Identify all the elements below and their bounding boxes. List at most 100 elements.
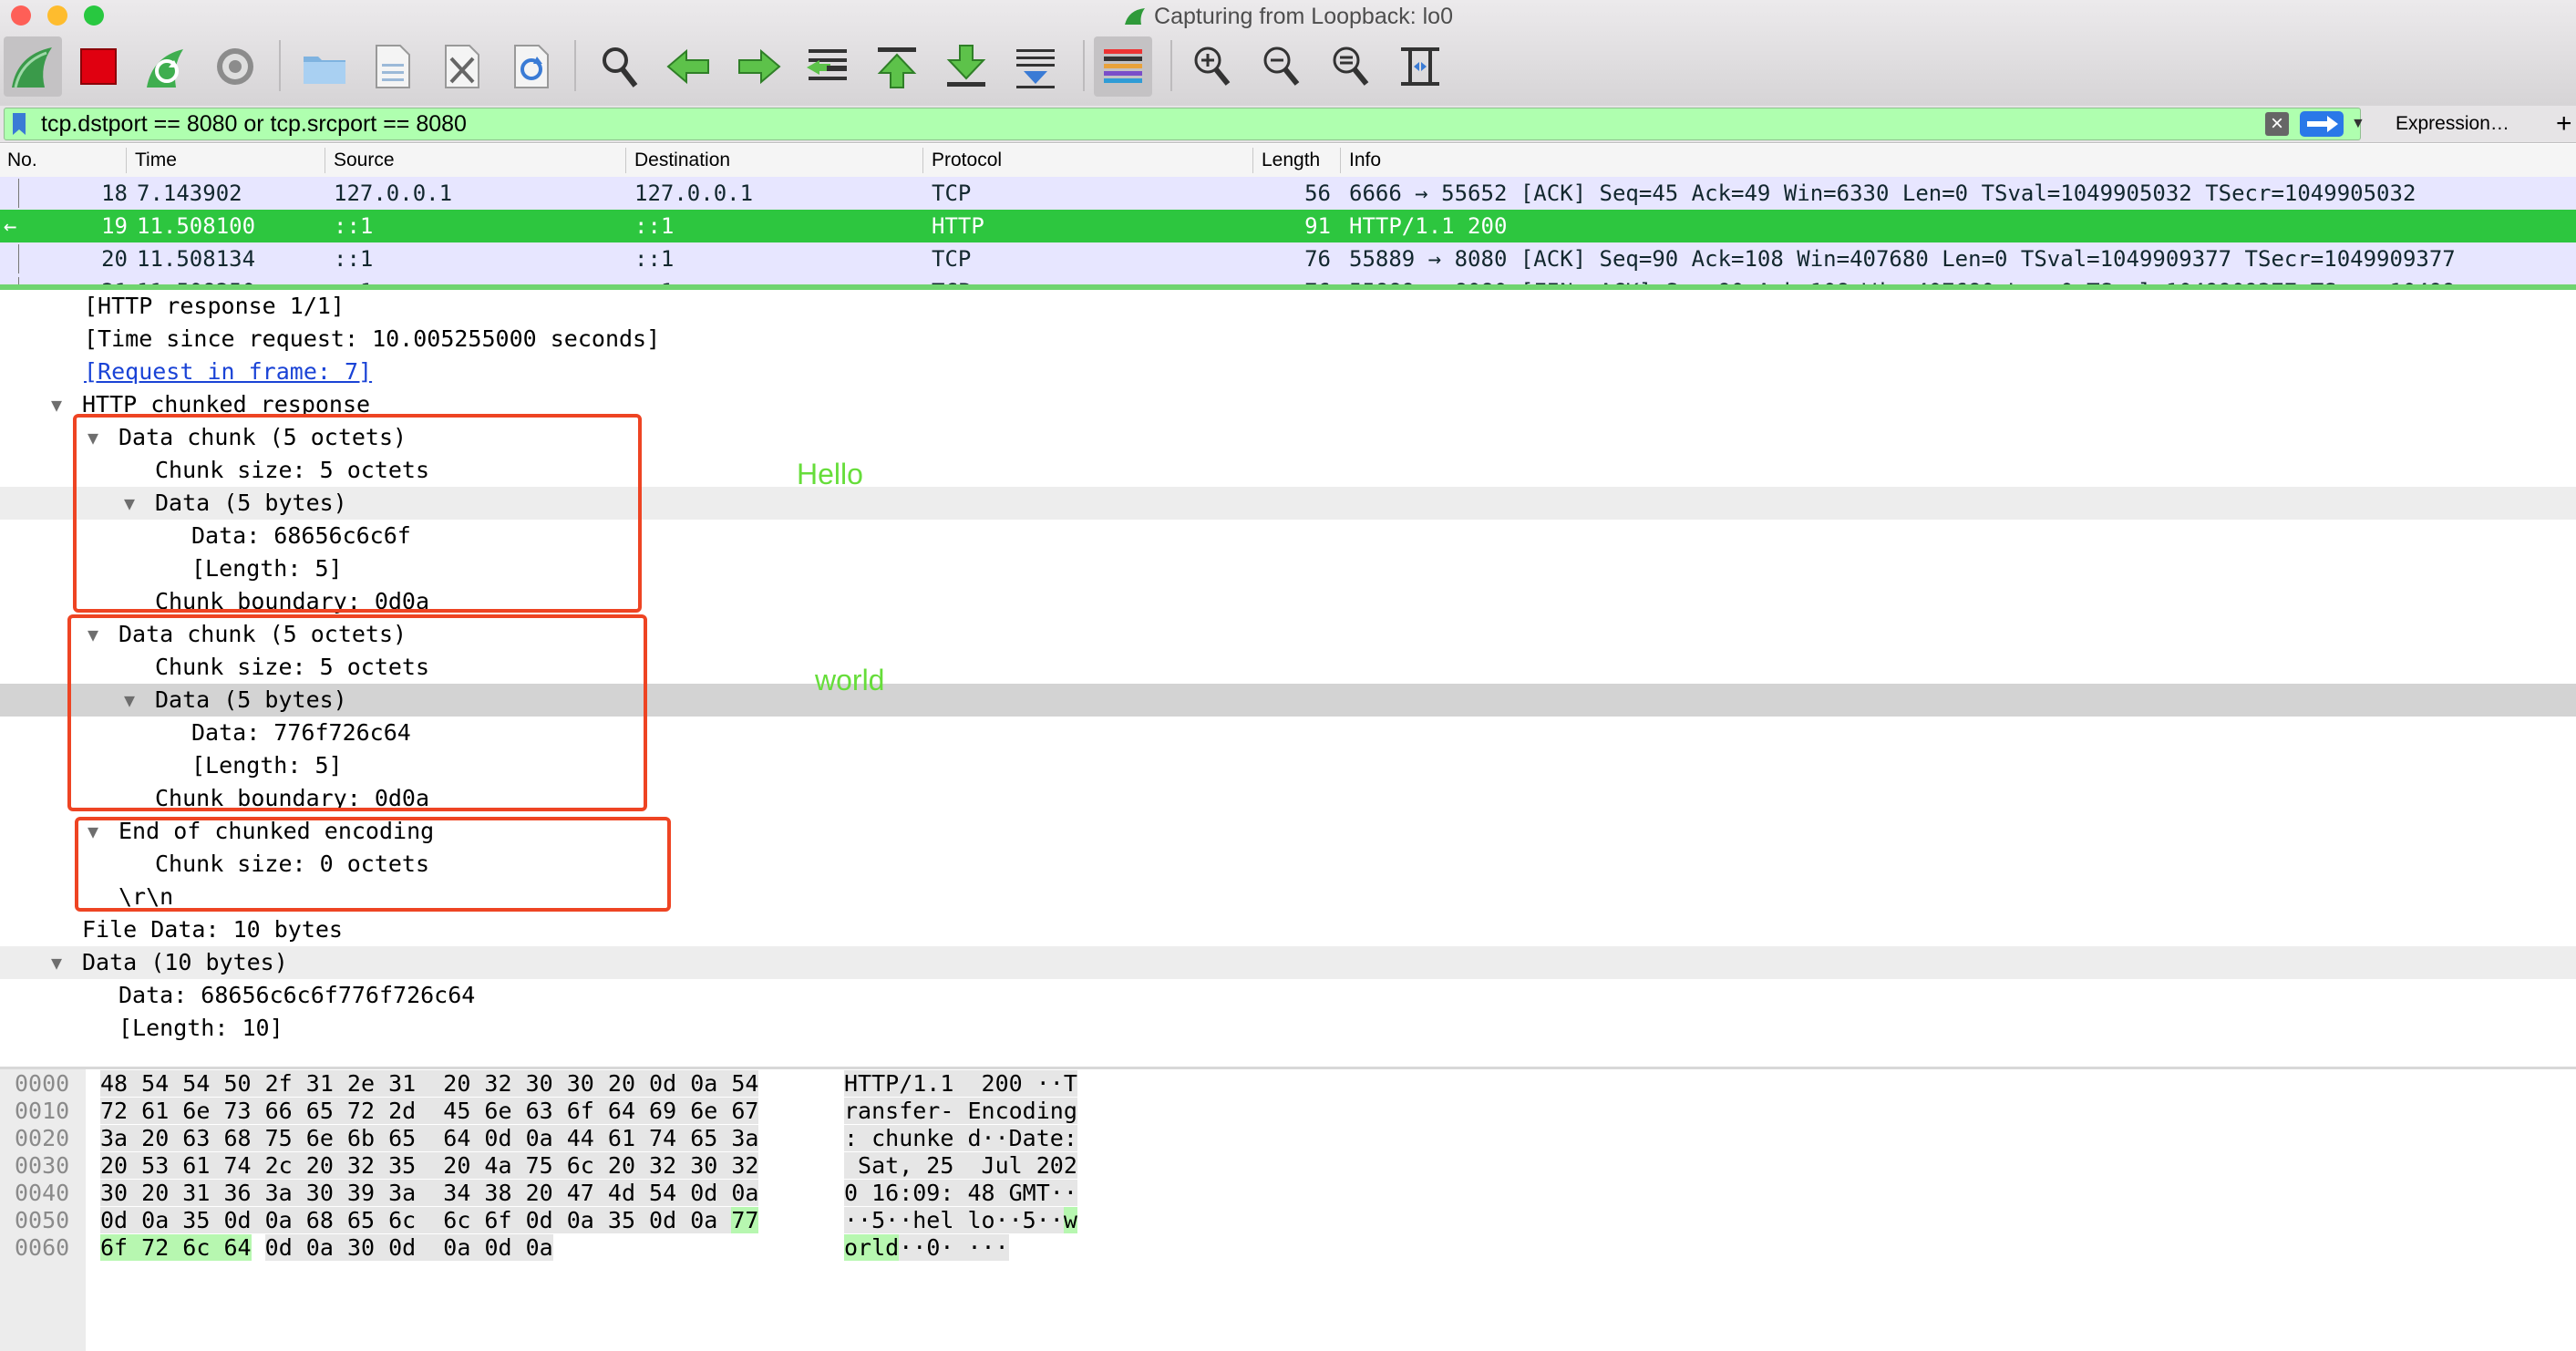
hex-bytes: [252, 1234, 265, 1261]
window-title-text: Capturing from Loopback: lo0: [1154, 4, 1453, 29]
packet-info: 55889 → 8080 [ACK] Seq=90 Ack=108 Win=40…: [1349, 246, 2456, 272]
packet-length: 76: [1304, 275, 1331, 284]
go-forward-button[interactable]: [729, 36, 788, 97]
display-filter-input[interactable]: tcp.dstport == 8080 or tcp.srcport == 80…: [4, 108, 2365, 140]
ascii-row[interactable]: ··5··hel lo··5··w: [844, 1207, 1077, 1234]
ascii-row[interactable]: : chunke d··Date:: [844, 1125, 1077, 1152]
go-to-packet-button[interactable]: [799, 36, 857, 97]
apply-filter-button[interactable]: [2300, 111, 2344, 137]
selected-bytes: 48 54 54 50 2f 31 2e 31 20 32 30 30 20 0…: [100, 1070, 759, 1097]
colorize-button[interactable]: [1094, 36, 1152, 97]
go-first-packet-button[interactable]: [868, 36, 926, 97]
column-protocol[interactable]: Protocol: [932, 144, 1002, 177]
hex-bytes-row[interactable]: 6f 72 6c 64 0d 0a 30 0d 0a 0d 0a: [100, 1234, 553, 1262]
detail-tree-item[interactable]: File Data: 10 bytes: [0, 913, 2576, 946]
annotation-hello: Hello: [797, 458, 863, 490]
column-length[interactable]: Length: [1262, 144, 1320, 177]
packet-row[interactable]: ← 19 11.508100::1::1 HTTP 91 HTTP/1.1 200: [0, 210, 2576, 242]
stop-capture-button[interactable]: [69, 36, 128, 97]
column-time[interactable]: Time: [135, 144, 177, 177]
selected-bytes: 72 61 6e 73 66 65 72 2d 45 6e 63 6f 64 6…: [100, 1098, 759, 1124]
ascii-text: : chunke d··Date:: [844, 1125, 1077, 1151]
request-frame-link[interactable]: [Request in frame: 7]: [84, 356, 372, 388]
annotation-box-end: [75, 817, 671, 912]
ascii-text: ··0· ···: [899, 1234, 1009, 1261]
column-no[interactable]: No.: [7, 144, 37, 177]
packet-source: 127.0.0.1: [334, 180, 453, 206]
column-info[interactable]: Info: [1349, 144, 1381, 177]
zoom-in-button[interactable]: [1183, 36, 1242, 97]
expression-button[interactable]: Expression…: [2396, 106, 2509, 142]
selected-bytes: 20 53 61 74 2c 20 32 35 20 4a 75 6c 20 3…: [100, 1152, 759, 1179]
zoom-normal-button[interactable]: [1322, 36, 1380, 97]
column-destination[interactable]: Destination: [634, 144, 730, 177]
display-filter-text[interactable]: tcp.dstport == 8080 or tcp.srcport == 80…: [41, 108, 467, 139]
go-last-packet-button[interactable]: [937, 36, 995, 97]
hex-bytes-row[interactable]: 20 53 61 74 2c 20 32 35 20 4a 75 6c 20 3…: [100, 1152, 759, 1180]
open-file-button[interactable]: [295, 36, 354, 97]
add-filter-button[interactable]: +: [2556, 106, 2572, 142]
byte-offset: 0030: [15, 1152, 70, 1179]
hex-bytes-row[interactable]: 72 61 6e 73 66 65 72 2d 45 6e 63 6f 64 6…: [100, 1098, 759, 1125]
ascii-row[interactable]: ransfer- Encoding: [844, 1098, 1077, 1125]
detail-tree-item[interactable]: [Time since request: 10.005255000 second…: [0, 323, 2576, 356]
packet-row-clip: 21 11.508250::1::1 TCP 76 55889 → 8080 [FIN,…: [0, 275, 2576, 284]
annotation-box-world: [67, 614, 647, 811]
bytes-pane-splitter[interactable]: [0, 1067, 2576, 1069]
hex-bytes-row[interactable]: 30 20 31 36 3a 30 39 3a 34 38 20 47 4d 5…: [100, 1180, 759, 1207]
auto-scroll-icon: [1016, 49, 1055, 88]
restart-fin-icon: [147, 49, 183, 88]
detail-tree-text: [HTTP response 1/1]: [84, 293, 345, 319]
zoom-out-button[interactable]: [1252, 36, 1311, 97]
detail-tree-item[interactable]: [HTTP response 1/1]: [0, 290, 2576, 323]
ascii-text: 0 16:09: 48 GMT··: [844, 1180, 1077, 1206]
start-capture-button[interactable]: [4, 36, 62, 97]
expand-triangle-icon[interactable]: ▼: [51, 946, 62, 979]
ascii-row[interactable]: Sat, 25 Jul 202: [844, 1152, 1077, 1180]
open-folder-icon: [304, 57, 345, 84]
capture-options-button[interactable]: [206, 36, 264, 97]
ascii-row[interactable]: HTTP/1.1 200 ··T: [844, 1070, 1077, 1098]
restart-capture-button[interactable]: [137, 36, 195, 97]
go-to-packet-icon: [807, 49, 847, 80]
column-divider[interactable]: [1340, 148, 1341, 173]
zoom-normal-icon: [1333, 46, 1369, 86]
packet-row[interactable]: 18 7.143902 127.0.0.1 127.0.0.1 TCP 56 6666 → …: [0, 177, 2576, 210]
resize-columns-icon: [1401, 47, 1439, 86]
column-divider[interactable]: [126, 148, 127, 173]
hex-bytes-row[interactable]: 48 54 54 50 2f 31 2e 31 20 32 30 30 20 0…: [100, 1070, 759, 1098]
auto-scroll-button[interactable]: [1006, 36, 1065, 97]
reload-file-button[interactable]: [501, 36, 560, 97]
detail-tree-item[interactable]: Data: 68656c6c6f776f726c64: [0, 979, 2576, 1012]
ascii-row[interactable]: 0 16:09: 48 GMT··: [844, 1180, 1077, 1207]
find-packet-button[interactable]: [591, 36, 649, 97]
column-divider[interactable]: [1252, 148, 1253, 173]
resize-columns-button[interactable]: [1391, 36, 1449, 97]
close-file-button[interactable]: [432, 36, 490, 97]
ascii-row[interactable]: orld··0· ···: [844, 1234, 1009, 1262]
packet-row[interactable]: 20 11.508134::1::1 TCP 76 55889 → 8080 [ACK]…: [0, 242, 2576, 275]
detail-tree-item[interactable]: ▼ Data (10 bytes): [0, 946, 2576, 979]
toolbar-separator: [1170, 40, 1172, 91]
column-divider[interactable]: [625, 148, 626, 173]
packet-row[interactable]: 21 11.508250::1::1 TCP 76 55889 → 8080 [FIN,…: [0, 275, 2576, 284]
filter-history-dropdown-icon[interactable]: ▼: [2351, 110, 2365, 138]
packet-info: 55889 → 8080 [FIN, ACK] Seq=90 Ack=108 W…: [1349, 275, 2456, 284]
column-divider[interactable]: [922, 148, 923, 173]
packet-info: 6666 → 55652 [ACK] Seq=45 Ack=49 Win=633…: [1349, 180, 2416, 206]
go-back-button[interactable]: [660, 36, 718, 97]
packet-time: 7.143902: [137, 180, 242, 206]
filter-bookmark-icon[interactable]: [12, 112, 26, 136]
clear-filter-icon[interactable]: ×: [2265, 112, 2289, 136]
detail-tree-item[interactable]: [Request in frame: 7]: [0, 356, 2576, 388]
column-source[interactable]: Source: [334, 144, 395, 177]
save-file-button[interactable]: [363, 36, 421, 97]
annotation-world: world: [815, 664, 885, 696]
hex-bytes-row[interactable]: 0d 0a 35 0d 0a 68 65 6c 6c 6f 0d 0a 35 0…: [100, 1207, 759, 1234]
ascii-text: ··5··hel lo··5··: [844, 1207, 1064, 1233]
hex-bytes-row[interactable]: 3a 20 63 68 75 6e 6b 65 64 0d 0a 44 61 7…: [100, 1125, 759, 1152]
expand-triangle-icon[interactable]: ▼: [51, 388, 62, 421]
display-filter-bar: tcp.dstport == 8080 or tcp.srcport == 80…: [0, 106, 2576, 143]
detail-tree-item[interactable]: [Length: 10]: [0, 1012, 2576, 1045]
packet-source: ::1: [334, 275, 373, 284]
